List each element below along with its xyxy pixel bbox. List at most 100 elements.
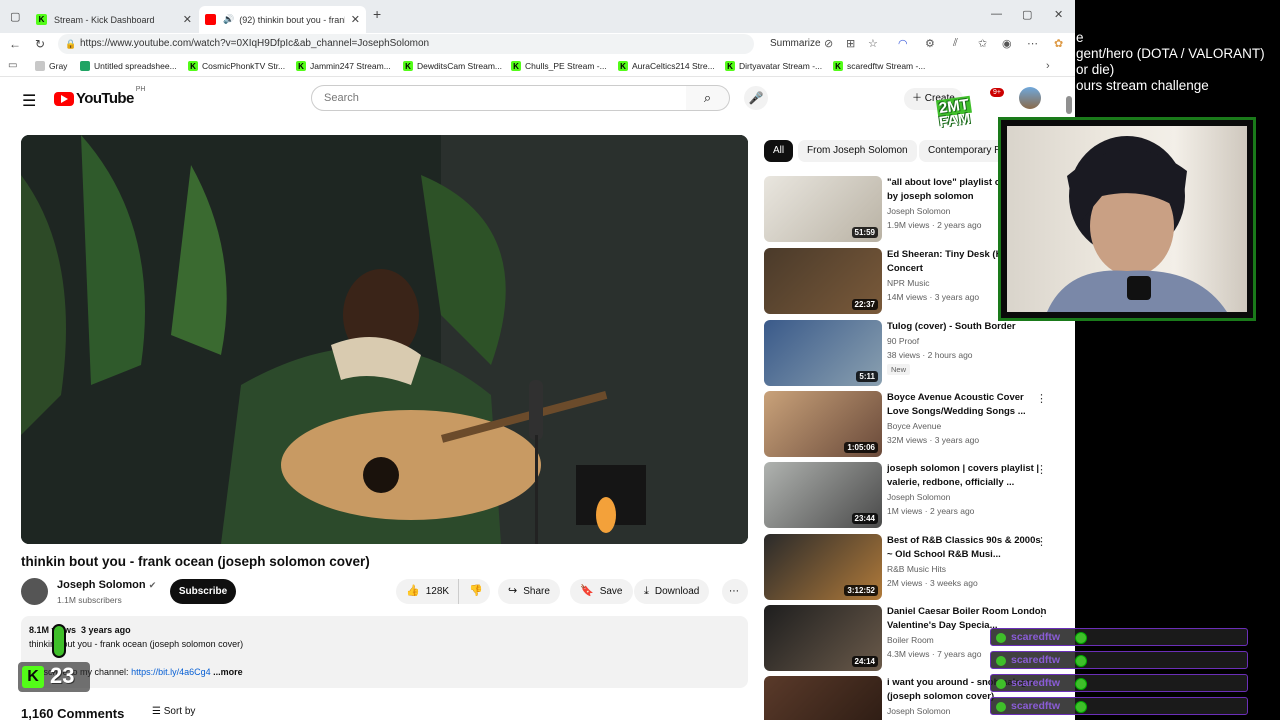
- views-and-age: 8.1M views 3 years ago: [29, 625, 131, 635]
- recommendation-channel[interactable]: Boiler Room: [887, 635, 934, 645]
- chevron-right-icon[interactable]: ›: [1046, 60, 1050, 72]
- description-link[interactable]: https://bit.ly/4a6Cg4: [131, 667, 211, 677]
- tab-kick-dashboard[interactable]: K Stream - Kick Dashboard ✕: [30, 6, 198, 33]
- recommendation-title[interactable]: joseph solomon | covers playlist | valer…: [887, 462, 1047, 489]
- close-tab-icon[interactable]: ✕: [183, 13, 192, 26]
- summarize-button[interactable]: Summarize: [770, 38, 821, 49]
- youtube-logo[interactable]: YouTube PH: [54, 86, 145, 107]
- comments-count: 1,160 Comments: [21, 706, 125, 720]
- video-thumbnail[interactable]: 51:59: [764, 176, 882, 242]
- reading-list-icon[interactable]: ▭: [8, 60, 17, 71]
- sort-icon: ☰: [152, 706, 164, 717]
- chip-from-channel[interactable]: From Joseph Solomon: [798, 140, 917, 162]
- account-avatar[interactable]: [1019, 87, 1041, 109]
- new-tab-icon[interactable]: +: [373, 6, 381, 22]
- sort-button[interactable]: ☰ Sort by: [152, 706, 195, 717]
- more-options-icon[interactable]: ⋮: [1036, 535, 1047, 548]
- recommendation-channel[interactable]: Joseph Solomon: [887, 492, 950, 502]
- video-thumbnail[interactable]: 23:44: [764, 462, 882, 528]
- copilot-icon[interactable]: ◠: [898, 37, 908, 50]
- close-window-icon[interactable]: ✕: [1054, 8, 1063, 21]
- video-thumbnail[interactable]: 1:05:06: [764, 391, 882, 457]
- recommended-video[interactable]: 23:44 joseph solomon | covers playlist |…: [764, 462, 1064, 529]
- tab-youtube[interactable]: 🔊 (92) thinkin bout you - frank ✕: [199, 6, 366, 33]
- favorites-icon[interactable]: ✩: [978, 37, 987, 50]
- menu-icon[interactable]: ☰: [22, 91, 36, 111]
- video-player[interactable]: [21, 135, 748, 544]
- recommendation-title[interactable]: Tulog (cover) - South Border: [887, 320, 1047, 334]
- url-field[interactable]: 🔒 https://www.youtube.com/watch?v=0XIqH9…: [58, 34, 754, 54]
- more-options-icon[interactable]: ⋮: [1036, 463, 1047, 476]
- duration-badge: 23:44: [851, 513, 878, 524]
- bookmark-item[interactable]: K Dirtyavatar Stream -...: [725, 61, 822, 71]
- more-menu-icon[interactable]: ⋯: [1027, 37, 1038, 50]
- bookmark-item[interactable]: K Jammin247 Stream...: [296, 61, 391, 71]
- more-options-icon[interactable]: ⋮: [1036, 606, 1047, 619]
- refresh-icon[interactable]: ↻: [35, 37, 45, 51]
- more-options-icon[interactable]: ⋮: [1036, 392, 1047, 405]
- video-thumbnail[interactable]: 22:37: [764, 248, 882, 314]
- bookmark-item[interactable]: K CosmicPhonkTV Str...: [188, 61, 285, 71]
- recommended-video[interactable]: 1:05:06 Boyce Avenue Acoustic Cover Love…: [764, 391, 1064, 458]
- scrollbar-thumb[interactable]: [1066, 96, 1072, 114]
- video-thumbnail[interactable]: [764, 676, 882, 720]
- bookmark-item[interactable]: K DewditsCam Stream...: [403, 61, 502, 71]
- channel-name[interactable]: Joseph Solomon ✔: [57, 579, 156, 591]
- recommendation-channel[interactable]: NPR Music: [887, 278, 930, 288]
- split-icon[interactable]: ⫽: [953, 37, 958, 50]
- more-dots-icon: ⋯: [729, 586, 739, 597]
- notification-badge[interactable]: 9+: [990, 88, 1004, 97]
- bookmark-item[interactable]: K Chulls_PE Stream -...: [511, 61, 607, 71]
- recommendation-title[interactable]: Boyce Avenue Acoustic Cover Love Songs/W…: [887, 391, 1047, 418]
- grid-icon[interactable]: ⊞: [846, 37, 855, 50]
- recommendation-channel[interactable]: Boyce Avenue: [887, 421, 941, 431]
- badge-icon: [996, 702, 1006, 712]
- recommendation-title[interactable]: Best of R&B Classics 90s & 2000s ~ Old S…: [887, 534, 1047, 561]
- favorite-star-icon[interactable]: ☆: [868, 37, 878, 50]
- dislike-button[interactable]: 👎: [458, 579, 490, 604]
- video-thumbnail[interactable]: 5:11: [764, 320, 882, 386]
- video-thumbnail[interactable]: 3:12:52: [764, 534, 882, 600]
- speaker-icon[interactable]: 🔊: [223, 14, 234, 25]
- chip-all[interactable]: All: [764, 140, 794, 162]
- search-button[interactable]: ⌕: [686, 85, 730, 111]
- webcam-feed: [1007, 126, 1247, 312]
- voice-search-button[interactable]: 🎤: [744, 86, 768, 110]
- bookmark-item[interactable]: Untitled spreadshee...: [80, 61, 177, 71]
- subscribe-button[interactable]: Subscribe: [170, 579, 236, 604]
- profile-icon[interactable]: ◉: [1002, 37, 1012, 50]
- recommendation-channel[interactable]: 90 Proof: [887, 336, 919, 346]
- subscriber-count: 1.1M subscribers: [57, 595, 122, 605]
- back-icon[interactable]: ←: [9, 37, 21, 51]
- maximize-icon[interactable]: ▢: [1022, 8, 1032, 21]
- channel-avatar[interactable]: [21, 578, 48, 605]
- share-button[interactable]: ↪ Share: [498, 579, 560, 604]
- kick-icon: K: [618, 61, 628, 71]
- bookmark-item[interactable]: Gray: [35, 61, 67, 71]
- recommendation-channel[interactable]: R&B Music Hits: [887, 564, 946, 574]
- lock-icon: 🔒: [65, 39, 77, 49]
- emote-icon: [1075, 655, 1087, 667]
- search-input[interactable]: Search: [311, 85, 687, 111]
- bookmark-item[interactable]: K AuraCeltics214 Stre...: [618, 61, 715, 71]
- minimize-icon[interactable]: —: [991, 8, 1002, 20]
- bookmark-item[interactable]: Kscaredftw Stream -...: [833, 61, 925, 71]
- like-button[interactable]: 👍 128K: [396, 579, 458, 604]
- recommended-video[interactable]: 5:11 Tulog (cover) - South Border 90 Pro…: [764, 320, 1064, 387]
- more-actions-button[interactable]: ⋯: [722, 579, 748, 604]
- recommendation-channel[interactable]: Joseph Solomon: [887, 706, 950, 716]
- youtube-icon: [205, 14, 216, 25]
- recommendation-channel[interactable]: Joseph Solomon: [887, 206, 950, 216]
- save-button[interactable]: 🔖 Save: [570, 579, 633, 604]
- close-tab-icon[interactable]: ✕: [351, 13, 360, 26]
- video-thumbnail[interactable]: 24:14: [764, 605, 882, 671]
- edge-copilot-icon[interactable]: ✿: [1054, 37, 1063, 50]
- download-button[interactable]: ⤓ Download: [634, 579, 710, 604]
- recommended-video[interactable]: 3:12:52 Best of R&B Classics 90s & 2000s…: [764, 534, 1064, 601]
- tab-actions-icon[interactable]: ▢: [10, 10, 20, 23]
- description-box[interactable]: 8.1M views 3 years ago thinkin bout you …: [21, 616, 748, 688]
- extensions-icon[interactable]: ⚙: [925, 37, 935, 50]
- extension-icon[interactable]: ⊘: [824, 37, 833, 50]
- more-link[interactable]: ...more: [213, 667, 243, 677]
- thumbs-up-icon: 👍: [406, 585, 420, 597]
